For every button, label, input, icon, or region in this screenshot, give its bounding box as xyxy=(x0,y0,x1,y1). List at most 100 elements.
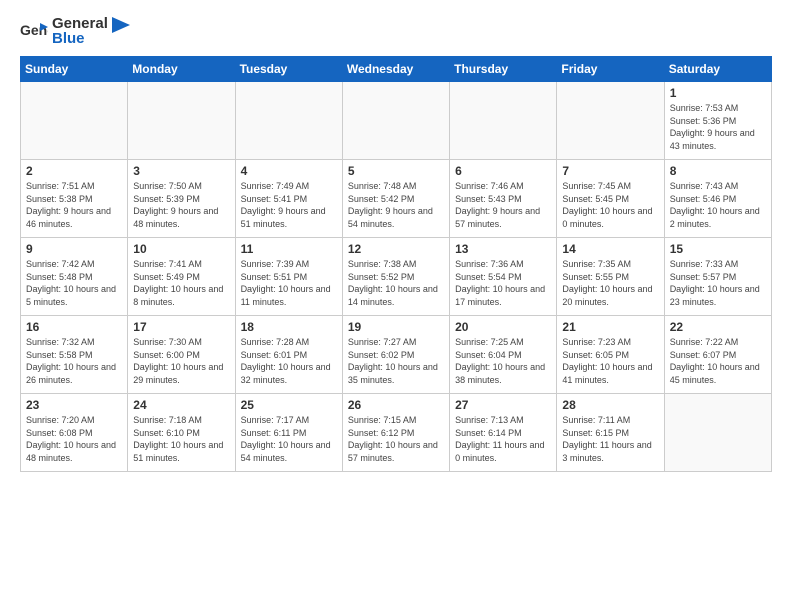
calendar-cell xyxy=(664,394,771,472)
day-info: Sunrise: 7:23 AM Sunset: 6:05 PM Dayligh… xyxy=(562,336,658,386)
day-number: 6 xyxy=(455,164,551,178)
calendar-cell: 6 Sunrise: 7:46 AM Sunset: 5:43 PM Daylig… xyxy=(450,160,557,238)
calendar-cell: 23Sunrise: 7:20 AM Sunset: 6:08 PM Dayli… xyxy=(21,394,128,472)
day-info: Sunrise: 7:33 AM Sunset: 5:57 PM Dayligh… xyxy=(670,258,766,308)
day-info: Sunrise: 7:35 AM Sunset: 5:55 PM Dayligh… xyxy=(562,258,658,308)
day-info: Sunrise: 7:25 AM Sunset: 6:04 PM Dayligh… xyxy=(455,336,551,386)
calendar-cell xyxy=(342,82,449,160)
day-info: Sunrise: 7:43 AM Sunset: 5:46 PM Dayligh… xyxy=(670,180,766,230)
calendar: SundayMondayTuesdayWednesdayThursdayFrid… xyxy=(20,56,772,472)
calendar-header-row: SundayMondayTuesdayWednesdayThursdayFrid… xyxy=(21,57,772,82)
day-number: 10 xyxy=(133,242,229,256)
calendar-cell: 8 Sunrise: 7:43 AM Sunset: 5:46 PM Daylig… xyxy=(664,160,771,238)
day-number: 2 xyxy=(26,164,122,178)
day-info: Sunrise: 7:49 AM Sunset: 5:41 PM Dayligh… xyxy=(241,180,337,230)
day-info: Sunrise: 7:18 AM Sunset: 6:10 PM Dayligh… xyxy=(133,414,229,464)
calendar-header-tuesday: Tuesday xyxy=(235,57,342,82)
calendar-week-1: 1 Sunrise: 7:53 AM Sunset: 5:36 PM Daylig… xyxy=(21,82,772,160)
day-number: 13 xyxy=(455,242,551,256)
calendar-cell xyxy=(235,82,342,160)
day-number: 27 xyxy=(455,398,551,412)
calendar-cell: 28 Sunrise: 7:11 AM Sunset: 6:15 PM Dayli… xyxy=(557,394,664,472)
calendar-cell: 4 Sunrise: 7:49 AM Sunset: 5:41 PM Daylig… xyxy=(235,160,342,238)
calendar-cell: 2 Sunrise: 7:51 AM Sunset: 5:38 PM Daylig… xyxy=(21,160,128,238)
day-number: 4 xyxy=(241,164,337,178)
day-number: 16 xyxy=(26,320,122,334)
day-number: 26 xyxy=(348,398,444,412)
calendar-header-friday: Friday xyxy=(557,57,664,82)
day-number: 28 xyxy=(562,398,658,412)
logo-general: General xyxy=(52,16,108,31)
day-number: 22 xyxy=(670,320,766,334)
calendar-cell: 14 Sunrise: 7:35 AM Sunset: 5:55 PM Dayli… xyxy=(557,238,664,316)
day-info: Sunrise: 7:28 AM Sunset: 6:01 PM Dayligh… xyxy=(241,336,337,386)
day-info: Sunrise: 7:42 AM Sunset: 5:48 PM Dayligh… xyxy=(26,258,122,308)
calendar-week-5: 23Sunrise: 7:20 AM Sunset: 6:08 PM Dayli… xyxy=(21,394,772,472)
day-info: Sunrise: 7:50 AM Sunset: 5:39 PM Dayligh… xyxy=(133,180,229,230)
calendar-cell: 25 Sunrise: 7:17 AM Sunset: 6:11 PM Dayli… xyxy=(235,394,342,472)
calendar-week-2: 2 Sunrise: 7:51 AM Sunset: 5:38 PM Daylig… xyxy=(21,160,772,238)
day-number: 20 xyxy=(455,320,551,334)
day-number: 11 xyxy=(241,242,337,256)
calendar-cell: 10 Sunrise: 7:41 AM Sunset: 5:49 PM Dayli… xyxy=(128,238,235,316)
header: General General Blue xyxy=(20,16,772,46)
calendar-cell: 5Sunrise: 7:48 AM Sunset: 5:42 PM Daylig… xyxy=(342,160,449,238)
logo-flag-icon xyxy=(112,17,132,45)
day-info: Sunrise: 7:48 AM Sunset: 5:42 PM Dayligh… xyxy=(348,180,444,230)
day-info: Sunrise: 7:53 AM Sunset: 5:36 PM Dayligh… xyxy=(670,102,766,152)
day-number: 8 xyxy=(670,164,766,178)
calendar-cell: 20 Sunrise: 7:25 AM Sunset: 6:04 PM Dayli… xyxy=(450,316,557,394)
calendar-header-wednesday: Wednesday xyxy=(342,57,449,82)
day-number: 19 xyxy=(348,320,444,334)
day-number: 3 xyxy=(133,164,229,178)
day-number: 9 xyxy=(26,242,122,256)
calendar-cell xyxy=(128,82,235,160)
calendar-cell: 7 Sunrise: 7:45 AM Sunset: 5:45 PM Daylig… xyxy=(557,160,664,238)
day-info: Sunrise: 7:46 AM Sunset: 5:43 PM Dayligh… xyxy=(455,180,551,230)
calendar-cell: 22 Sunrise: 7:22 AM Sunset: 6:07 PM Dayli… xyxy=(664,316,771,394)
day-number: 7 xyxy=(562,164,658,178)
day-info: Sunrise: 7:17 AM Sunset: 6:11 PM Dayligh… xyxy=(241,414,337,464)
day-info: Sunrise: 7:27 AM Sunset: 6:02 PM Dayligh… xyxy=(348,336,444,386)
day-info: Sunrise: 7:38 AM Sunset: 5:52 PM Dayligh… xyxy=(348,258,444,308)
day-number: 14 xyxy=(562,242,658,256)
calendar-cell: 9 Sunrise: 7:42 AM Sunset: 5:48 PM Daylig… xyxy=(21,238,128,316)
calendar-cell: 12Sunrise: 7:38 AM Sunset: 5:52 PM Dayli… xyxy=(342,238,449,316)
day-number: 25 xyxy=(241,398,337,412)
logo: General General Blue xyxy=(20,16,132,46)
calendar-week-4: 16Sunrise: 7:32 AM Sunset: 5:58 PM Dayli… xyxy=(21,316,772,394)
calendar-cell: 24 Sunrise: 7:18 AM Sunset: 6:10 PM Dayli… xyxy=(128,394,235,472)
day-info: Sunrise: 7:22 AM Sunset: 6:07 PM Dayligh… xyxy=(670,336,766,386)
logo-icon: General xyxy=(20,17,48,45)
calendar-cell xyxy=(450,82,557,160)
logo-blue: Blue xyxy=(52,31,108,46)
day-info: Sunrise: 7:11 AM Sunset: 6:15 PM Dayligh… xyxy=(562,414,658,464)
calendar-cell: 18 Sunrise: 7:28 AM Sunset: 6:01 PM Dayli… xyxy=(235,316,342,394)
calendar-header-thursday: Thursday xyxy=(450,57,557,82)
day-number: 15 xyxy=(670,242,766,256)
day-info: Sunrise: 7:41 AM Sunset: 5:49 PM Dayligh… xyxy=(133,258,229,308)
day-info: Sunrise: 7:15 AM Sunset: 6:12 PM Dayligh… xyxy=(348,414,444,464)
calendar-cell: 11 Sunrise: 7:39 AM Sunset: 5:51 PM Dayli… xyxy=(235,238,342,316)
day-number: 23 xyxy=(26,398,122,412)
day-number: 18 xyxy=(241,320,337,334)
day-info: Sunrise: 7:30 AM Sunset: 6:00 PM Dayligh… xyxy=(133,336,229,386)
calendar-cell: 27 Sunrise: 7:13 AM Sunset: 6:14 PM Dayli… xyxy=(450,394,557,472)
calendar-cell: 26 Sunrise: 7:15 AM Sunset: 6:12 PM Dayli… xyxy=(342,394,449,472)
calendar-cell xyxy=(21,82,128,160)
calendar-header-saturday: Saturday xyxy=(664,57,771,82)
calendar-cell: 16Sunrise: 7:32 AM Sunset: 5:58 PM Dayli… xyxy=(21,316,128,394)
day-number: 21 xyxy=(562,320,658,334)
day-number: 17 xyxy=(133,320,229,334)
day-info: Sunrise: 7:39 AM Sunset: 5:51 PM Dayligh… xyxy=(241,258,337,308)
calendar-cell: 17 Sunrise: 7:30 AM Sunset: 6:00 PM Dayli… xyxy=(128,316,235,394)
calendar-cell: 21 Sunrise: 7:23 AM Sunset: 6:05 PM Dayli… xyxy=(557,316,664,394)
day-info: Sunrise: 7:51 AM Sunset: 5:38 PM Dayligh… xyxy=(26,180,122,230)
calendar-cell: 13Sunrise: 7:36 AM Sunset: 5:54 PM Dayli… xyxy=(450,238,557,316)
calendar-cell: 15 Sunrise: 7:33 AM Sunset: 5:57 PM Dayli… xyxy=(664,238,771,316)
day-number: 1 xyxy=(670,86,766,100)
day-info: Sunrise: 7:45 AM Sunset: 5:45 PM Dayligh… xyxy=(562,180,658,230)
calendar-cell: 1 Sunrise: 7:53 AM Sunset: 5:36 PM Daylig… xyxy=(664,82,771,160)
day-number: 24 xyxy=(133,398,229,412)
day-info: Sunrise: 7:13 AM Sunset: 6:14 PM Dayligh… xyxy=(455,414,551,464)
